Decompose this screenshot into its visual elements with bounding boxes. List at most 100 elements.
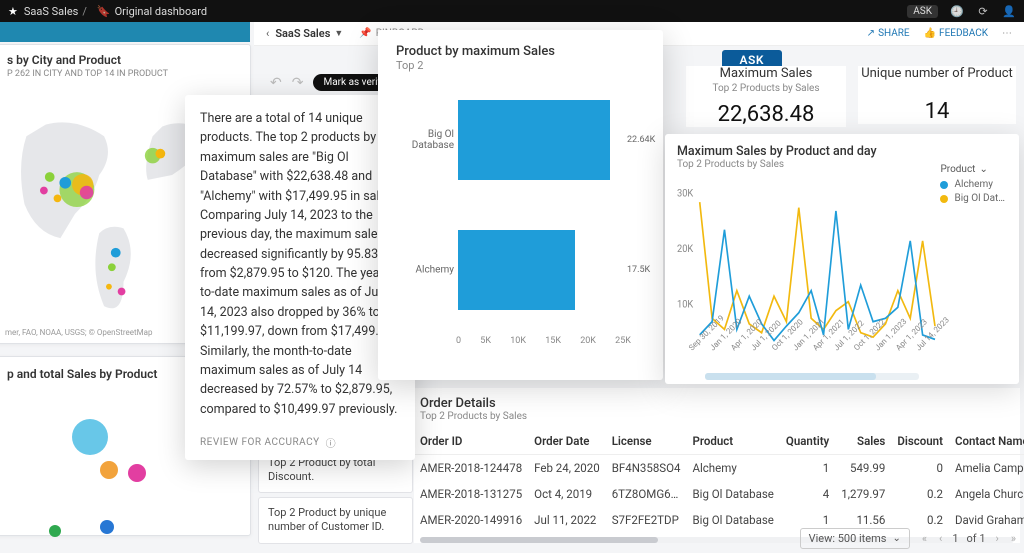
bar-chart-panel: Product by maximum Sales Top 2 Big Ol Da… [378, 30, 663, 380]
cell: 1,279.97 [835, 481, 891, 507]
legend-header: Product [940, 164, 975, 175]
share-icon: ↗ [867, 28, 875, 39]
kpi-max-sales: Maximum Sales Top 2 Products by Sales 22… [686, 66, 846, 127]
breadcrumb-sep: / [82, 5, 87, 18]
table-subtitle: Top 2 Products by Sales [414, 411, 1020, 428]
bar-chart[interactable]: Big Ol Database 22.64K Alchemy 17.5K 0 5… [388, 90, 653, 350]
col-contact[interactable]: Contact Name [949, 428, 1024, 455]
map-attribution: mer, FAO, NOAA, USGS; © OpenStreetMap [5, 328, 152, 337]
pin-icon: 📌 [359, 28, 371, 39]
query-item[interactable]: Top 2 Product by unique number of Custom… [258, 497, 413, 544]
line-legend: Product ⌄ Alchemy Big Ol Dat… [940, 164, 1005, 204]
bar-x-axis: 0 5K 10K 15K 20K 25K [456, 336, 631, 346]
order-details-panel: Order Details Top 2 Products by Sales Or… [414, 388, 1020, 543]
scatter-point [100, 520, 114, 534]
view-size-select[interactable]: View: 500 items ⌄ [800, 528, 910, 549]
page-current: 1 [952, 532, 958, 545]
col-order-id[interactable]: Order ID [414, 428, 528, 455]
user-icon[interactable]: 👤 [1002, 4, 1016, 18]
paginator: « ‹ 1 of 1 › » [920, 532, 1018, 545]
table-row[interactable]: AMER-2018-131275 Oct 4, 2019 6TZ8OMG6… B… [414, 481, 1024, 507]
cell: 1 [780, 455, 835, 482]
col-discount[interactable]: Discount [891, 428, 949, 455]
cell: AMER-2018-124478 [414, 455, 528, 482]
refresh-icon[interactable]: ⟳ [976, 4, 990, 18]
scatter-point [128, 464, 146, 482]
scatter-point [100, 461, 118, 479]
feedback-button[interactable]: 👍FEEDBACK [924, 28, 988, 39]
review-accuracy-button[interactable]: REVIEW FOR ACCURACY ⓘ [200, 435, 400, 450]
undo-icon[interactable]: ↶ [270, 75, 282, 91]
page-last-icon[interactable]: » [1009, 532, 1018, 545]
back-icon[interactable]: ‹ [266, 27, 269, 40]
share-label: SHARE [878, 28, 910, 39]
app-topbar: ★ SaaS Sales / 🔖 Original dashboard ASK … [0, 0, 1024, 22]
cell: Angela Church [949, 481, 1024, 507]
line-chart-panel: Maximum Sales by Product and day Top 2 P… [665, 134, 1019, 384]
cell: 4 [780, 481, 835, 507]
cell: 549.99 [835, 455, 891, 482]
bar [458, 100, 610, 180]
caret-down-icon[interactable]: ▼ [334, 28, 343, 39]
chart-scrollbar[interactable] [705, 373, 919, 380]
cell: BF4N358SO4 [606, 455, 687, 482]
clock-icon[interactable]: 🕘 [950, 4, 964, 18]
axis-tick: 25K [615, 336, 631, 346]
breadcrumb-page[interactable]: Original dashboard [115, 5, 207, 18]
col-sales[interactable]: Sales [835, 428, 891, 455]
cell: 0 [891, 455, 949, 482]
table-title: Order Details [414, 388, 1020, 411]
scrollbar-thumb[interactable] [705, 373, 876, 380]
legend-item[interactable]: Big Ol Dat… [954, 193, 1005, 204]
redo-icon[interactable]: ↷ [292, 75, 304, 91]
info-icon: ⓘ [326, 435, 337, 450]
cell: 6TZ8OMG6… [606, 481, 687, 507]
col-order-date[interactable]: Order Date [528, 428, 606, 455]
chevron-down-icon: ⌄ [892, 533, 900, 544]
cell: Big Ol Database [686, 481, 779, 507]
page-prev-icon[interactable]: ‹ [937, 532, 944, 545]
y-tick: 10K [677, 299, 694, 310]
kpi-title: Unique number of Product [858, 66, 1016, 81]
legend-item[interactable]: Alchemy [954, 179, 993, 190]
share-button[interactable]: ↗SHARE [867, 28, 910, 39]
more-icon[interactable]: ⋯ [1002, 28, 1012, 39]
kpi-subtitle: Top 2 Products by Sales [686, 83, 846, 94]
legend-swatch [940, 195, 948, 203]
axis-tick: 5K [480, 336, 491, 346]
view-label: View: 500 items [809, 532, 887, 545]
scatter-point [49, 525, 61, 537]
page-next-icon[interactable]: › [994, 532, 1001, 545]
col-quantity[interactable]: Quantity [780, 428, 835, 455]
axis-tick: 15K [545, 336, 561, 346]
bar [458, 230, 575, 310]
kpi-value: 22,638.48 [686, 102, 846, 127]
dashboard-title[interactable]: SaaS Sales [275, 27, 330, 40]
banner-strip [0, 22, 250, 42]
page-first-icon[interactable]: « [920, 532, 929, 545]
page-total: of 1 [967, 532, 986, 545]
cell: Feb 24, 2020 [528, 455, 606, 482]
bar-title: Product by maximum Sales [378, 44, 663, 59]
bar-category-label: Alchemy [388, 265, 454, 276]
y-tick: 20K [677, 244, 694, 255]
col-product[interactable]: Product [686, 428, 779, 455]
favorite-icon[interactable]: ★ [8, 5, 18, 18]
col-license[interactable]: License [606, 428, 687, 455]
chevron-down-icon[interactable]: ⌄ [979, 164, 987, 175]
breadcrumb-root[interactable]: SaaS Sales [24, 5, 78, 18]
cell: Alchemy [686, 455, 779, 482]
ask-pill[interactable]: ASK [907, 5, 938, 18]
bar-category-label: Big Ol Database [388, 129, 454, 151]
table-row[interactable]: AMER-2018-124478 Feb 24, 2020 BF4N358SO4… [414, 455, 1024, 482]
scatter-point [72, 419, 108, 455]
kpi-unique-products: Unique number of Product 14 [858, 66, 1016, 124]
cell: Amelia Campb [949, 455, 1024, 482]
line-title: Maximum Sales by Product and day [677, 144, 1007, 159]
insight-text: There are a total of 14 unique products.… [200, 109, 400, 419]
bookmark-icon[interactable]: 🔖 [97, 5, 111, 18]
kpi-value: 14 [858, 99, 1016, 124]
bar-value-label: 22.64K [627, 135, 653, 145]
order-table: Order ID Order Date License Product Quan… [414, 428, 1024, 533]
cell: AMER-2018-131275 [414, 481, 528, 507]
